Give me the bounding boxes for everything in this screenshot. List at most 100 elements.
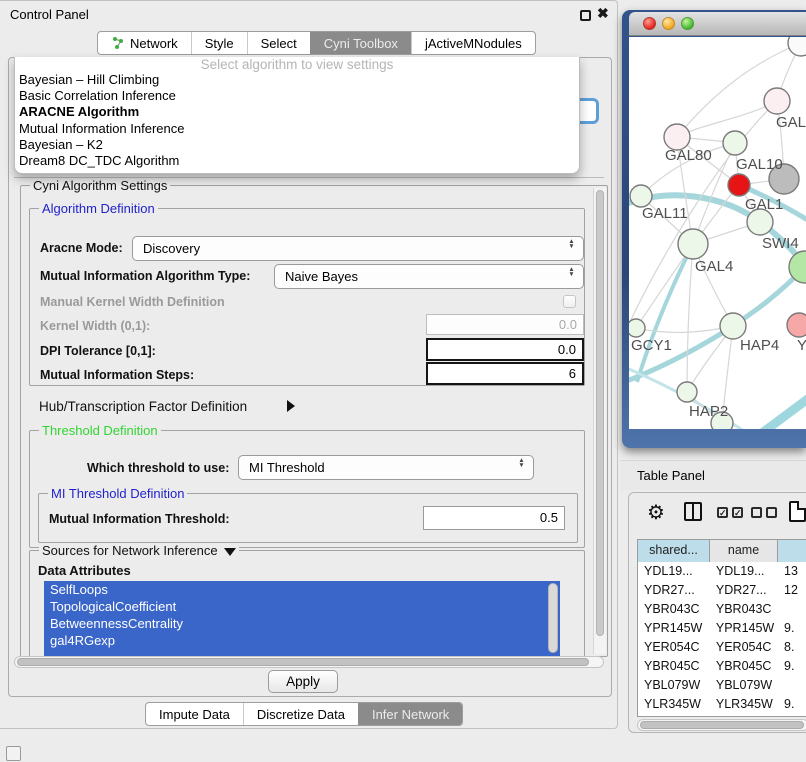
tab-style[interactable]: Style (191, 32, 247, 54)
collapsed-panel-icon[interactable] (6, 746, 21, 761)
zoom-traffic-light[interactable] (681, 17, 694, 30)
network-node[interactable] (788, 37, 806, 56)
apply-button[interactable]: Apply (268, 670, 338, 693)
which-threshold-label: Which threshold to use: (87, 461, 229, 475)
close-icon[interactable]: ✖ (597, 5, 609, 22)
node-label-gal1: GAL1 (745, 196, 783, 213)
tab-select[interactable]: Select (247, 32, 310, 54)
select-all-checkbox-icon[interactable]: ✓ (732, 507, 743, 518)
algorithm-option-aracne-algorithm[interactable]: ARACNE Algorithm (15, 104, 579, 120)
column-header-name[interactable]: name (710, 540, 778, 562)
table-row[interactable]: YIL052CYIL052C9. (638, 714, 806, 717)
mi-threshold-field[interactable]: 0.5 (423, 506, 565, 530)
kernel-width-field: 0.0 (426, 314, 584, 335)
which-threshold-select[interactable]: MI Threshold ▲▼ (238, 455, 534, 480)
tab-discretize-data[interactable]: Discretize Data (243, 703, 358, 725)
attribute-item-betweennesscentrality[interactable]: BetweennessCentrality (44, 615, 560, 632)
tab-network[interactable]: Network (98, 32, 191, 54)
table-row[interactable]: YDR27...YDR27...12 (638, 581, 806, 600)
sources-title[interactable]: Sources for Network Inference (39, 543, 239, 558)
cyni-algorithm-settings-group: Cyni Algorithm Settings Algorithm Defini… (20, 185, 608, 657)
algorithm-option-dream8-dc-tdc-algorithm[interactable]: Dream8 DC_TDC Algorithm (15, 153, 579, 169)
tab-infer-network[interactable]: Infer Network (358, 703, 462, 725)
table-cell: YPR145W (710, 619, 778, 638)
network-icon (111, 36, 125, 50)
tab-impute-data[interactable]: Impute Data (146, 703, 243, 725)
hub-section-label[interactable]: Hub/Transcription Factor Definition (39, 399, 247, 414)
mi-steps-label: Mutual Information Steps: (40, 368, 194, 382)
algorithm-option-bayesian-k2[interactable]: Bayesian – K2 (15, 137, 579, 153)
table-row[interactable]: YBR043CYBR043C (638, 600, 806, 619)
table-cell: YER054C (710, 638, 778, 657)
attribute-item-selfloops[interactable]: SelfLoops (44, 581, 560, 598)
close-traffic-light[interactable] (643, 17, 656, 30)
node-label-hap4: HAP4 (740, 337, 779, 354)
table-panel-header: Table Panel (620, 460, 806, 490)
table-cell: 9. (778, 619, 806, 638)
network-canvas[interactable]: GALGAL80GAL10GAL11GAL1SWI4GAL4GCY1HAP4YH… (629, 37, 806, 429)
attribute-item-topologicalcoefficient[interactable]: TopologicalCoefficient (44, 598, 560, 615)
table-panel-title: Table Panel (637, 468, 705, 483)
data-attributes-list[interactable]: SelfLoopsTopologicalCoefficientBetweenne… (44, 581, 560, 658)
new-table-icon[interactable] (789, 501, 806, 522)
network-node[interactable] (723, 131, 747, 155)
deselect-all-checkbox-icon[interactable] (751, 507, 762, 518)
mi-algorithm-type-select[interactable]: Naive Bayes ▲▼ (274, 264, 584, 289)
attributes-scrollbar[interactable] (548, 583, 558, 653)
node-label-gal4: GAL4 (695, 258, 733, 275)
table-panel: ⚙ ✓ ✓ shared...name YDL19...YDL19...13YD… (628, 492, 806, 733)
columns-icon[interactable] (684, 502, 702, 521)
network-node[interactable] (728, 174, 750, 196)
column-header-shared[interactable]: shared... (638, 540, 710, 562)
table-row[interactable]: YLR345WYLR345W9. (638, 695, 806, 714)
node-table[interactable]: shared...name YDL19...YDL19...13YDR27...… (637, 539, 806, 717)
table-row[interactable]: YBL079WYBL079W (638, 676, 806, 695)
table-cell: YIL052C (638, 714, 710, 717)
minimize-traffic-light[interactable] (662, 17, 675, 30)
column-header-2[interactable] (778, 540, 806, 562)
tab-jactivemnodules[interactable]: jActiveMNodules (411, 32, 535, 54)
network-window-titlebar[interactable] (629, 12, 806, 36)
algorithm-option-mutual-information-inference[interactable]: Mutual Information Inference (15, 121, 579, 137)
table-cell: YPR145W (638, 619, 710, 638)
table-row[interactable]: YPR145WYPR145W9. (638, 619, 806, 638)
spinner-arrows-icon: ▲▼ (517, 459, 526, 468)
aracne-mode-select[interactable]: Discovery ▲▼ (132, 236, 584, 261)
network-node[interactable] (678, 229, 708, 259)
network-node[interactable] (629, 319, 645, 337)
network-node[interactable] (787, 313, 806, 337)
attribute-item-gal4rgexp[interactable]: gal4RGexp (44, 632, 560, 649)
table-row[interactable]: YER054CYER054C8. (638, 638, 806, 657)
settings-horizontal-scrollbar[interactable] (14, 656, 604, 668)
network-node[interactable] (720, 313, 746, 339)
tab-cyni-toolbox[interactable]: Cyni Toolbox (310, 32, 411, 54)
network-node[interactable] (677, 382, 697, 402)
settings-vertical-scrollbar[interactable] (593, 188, 606, 654)
float-window-icon[interactable] (580, 10, 591, 21)
network-node[interactable] (630, 185, 652, 207)
node-label-gal: GAL (776, 114, 806, 131)
table-row[interactable]: YDL19...YDL19...13 (638, 562, 806, 581)
node-label-y: Y (797, 337, 806, 354)
threshold-definition-group: Threshold Definition Which threshold to … (29, 430, 585, 548)
algorithm-definition-group: Algorithm Definition Aracne Mode: Discov… (29, 208, 585, 386)
manual-kernel-label: Manual Kernel Width Definition (40, 295, 225, 309)
table-cell: YDL19... (710, 562, 778, 581)
table-horizontal-scrollbar[interactable] (637, 719, 806, 731)
node-label-swi4: SWI4 (762, 235, 799, 252)
deselect-all-checkbox-icon[interactable] (766, 507, 777, 518)
manual-kernel-checkbox[interactable] (563, 295, 576, 308)
table-cell: 12 (778, 581, 806, 600)
table-cell: YER054C (638, 638, 710, 657)
dpi-tolerance-field[interactable]: 0.0 (426, 338, 584, 361)
expand-right-icon[interactable] (287, 400, 295, 412)
gear-icon[interactable]: ⚙ (647, 500, 665, 525)
algorithm-option-bayesian-hill-climbing[interactable]: Bayesian – Hill Climbing (15, 72, 579, 88)
algorithm-option-basic-correlation-inference[interactable]: Basic Correlation Inference (15, 88, 579, 104)
cyni-settings-title: Cyni Algorithm Settings (30, 178, 170, 193)
table-cell: YLR345W (638, 695, 710, 714)
mi-steps-field[interactable]: 6 (426, 362, 584, 385)
select-all-checkbox-icon[interactable]: ✓ (717, 507, 728, 518)
table-row[interactable]: YBR045CYBR045C9. (638, 657, 806, 676)
network-node[interactable] (764, 88, 790, 114)
